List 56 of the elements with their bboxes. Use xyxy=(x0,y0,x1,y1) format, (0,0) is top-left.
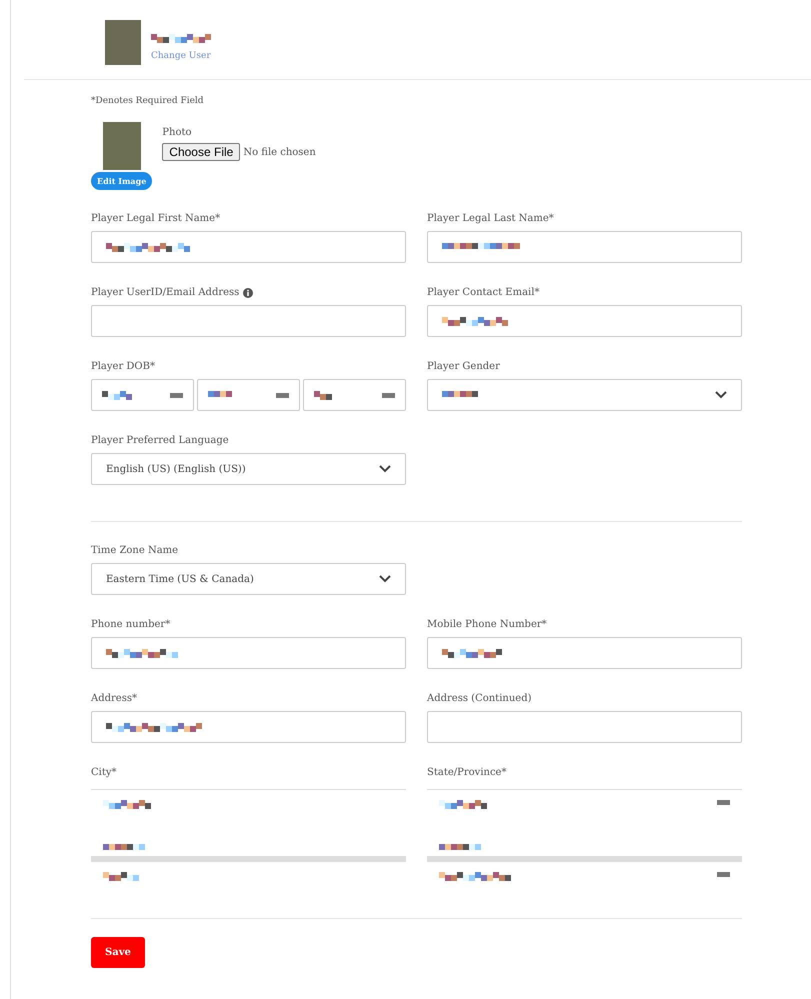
pixelated-text-drawing xyxy=(103,800,151,809)
pixelated-text-drawing xyxy=(102,390,132,400)
dash-icon xyxy=(717,800,730,805)
field-label: Photo xyxy=(162,126,193,139)
text-field[interactable] xyxy=(91,305,406,337)
photo-placeholder xyxy=(102,122,141,170)
pixelated-text-drawing xyxy=(442,648,502,658)
field-label: City* xyxy=(91,766,118,779)
pixelated-text-drawing xyxy=(442,316,508,326)
chevron-down-icon xyxy=(379,465,391,473)
field-label: State/Province* xyxy=(427,766,508,779)
pixelated-text-drawing xyxy=(151,34,211,43)
text-field[interactable] xyxy=(91,637,406,669)
select-field[interactable]: English (US) (English (US)) xyxy=(91,453,406,485)
pixelated-text-drawing xyxy=(439,844,481,853)
chevron-down-icon xyxy=(379,575,391,583)
pixelated-text-drawing xyxy=(208,390,232,400)
text-field[interactable] xyxy=(427,305,742,337)
field-label: Address* xyxy=(91,692,138,705)
field-label: Player Legal First Name* xyxy=(91,212,222,225)
pixelated-text-drawing xyxy=(103,872,139,881)
text-field[interactable] xyxy=(427,231,742,263)
field-label: Player Contact Email* xyxy=(427,286,540,299)
date-field[interactable] xyxy=(197,379,300,411)
chevron-down-icon xyxy=(715,391,727,399)
field-label: Player DOB* xyxy=(91,360,156,373)
date-field[interactable] xyxy=(303,379,406,411)
photo-placeholder xyxy=(105,20,141,65)
select-field[interactable] xyxy=(427,379,742,411)
field-label: Player Preferred Language xyxy=(91,434,230,447)
required-note: *Denotes Required Field xyxy=(91,96,205,106)
field-label: Player Legal Last Name* xyxy=(427,212,555,225)
date-field[interactable] xyxy=(91,379,194,411)
pixelated-text-drawing xyxy=(439,800,487,809)
pixelated-text-drawing xyxy=(103,844,145,853)
save-button[interactable]: Save xyxy=(91,937,145,968)
text-field[interactable] xyxy=(427,637,742,669)
pixelated-text-drawing xyxy=(106,648,178,658)
pixelated-text-drawing xyxy=(442,390,478,400)
field-label: Player UserID/Email Address xyxy=(91,286,406,299)
info-icon xyxy=(243,288,254,298)
field-label: Time Zone Name xyxy=(91,544,180,557)
pixelated-text-drawing xyxy=(439,872,511,881)
file-status: No file chosen xyxy=(243,146,316,158)
text-field[interactable] xyxy=(91,231,406,263)
text-field[interactable] xyxy=(427,711,742,743)
field-label: Phone number* xyxy=(91,618,172,631)
field-label: Address (Continued) xyxy=(427,692,532,705)
text-field[interactable] xyxy=(91,711,406,743)
select-field[interactable]: Eastern Time (US & Canada) xyxy=(91,563,406,595)
dash-icon xyxy=(717,872,730,877)
edit-image-button[interactable]: Edit Image xyxy=(91,172,152,190)
field-label: Mobile Phone Number* xyxy=(427,618,548,631)
choose-file-button[interactable]: Choose File xyxy=(162,143,240,161)
field-label: Player Gender xyxy=(427,360,501,373)
pixelated-text-drawing xyxy=(314,390,332,400)
